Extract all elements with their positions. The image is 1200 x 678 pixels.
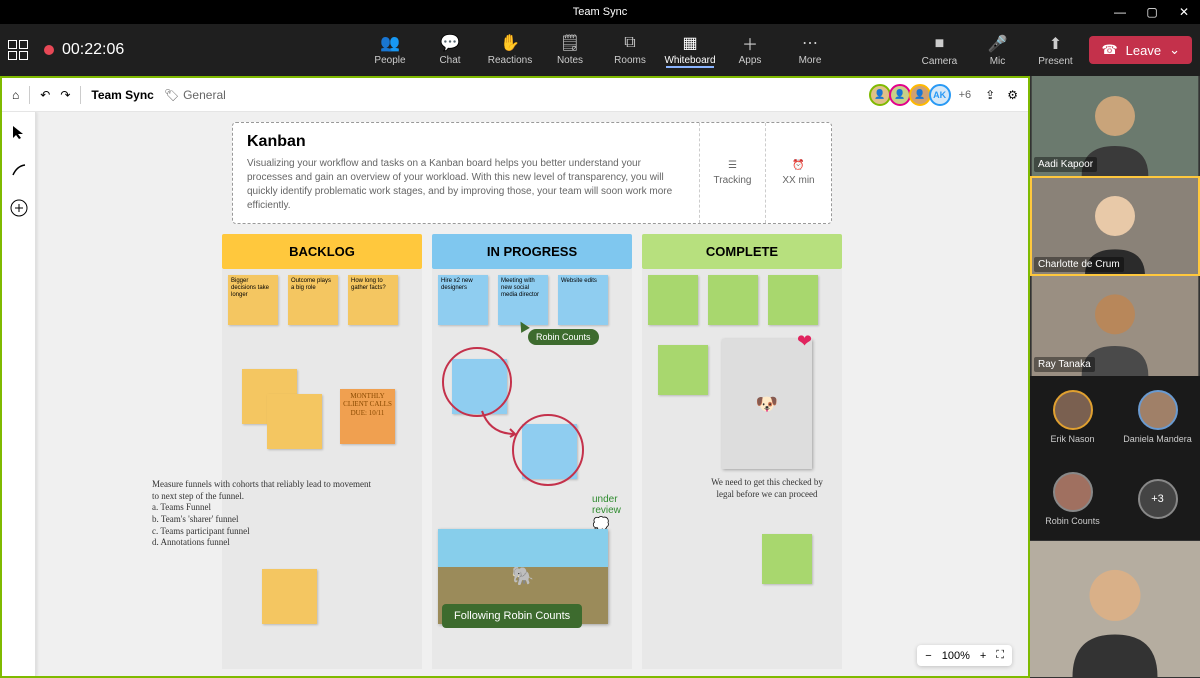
mic-button[interactable]: 🎤Mic [973,34,1021,67]
sticky-note[interactable]: Website edits [558,275,608,325]
reactions-button[interactable]: ✋Reactions [486,33,534,68]
sticky-note[interactable] [658,345,708,395]
whiteboard-canvas[interactable]: Kanban Visualizing your workflow and tas… [36,112,1028,676]
sticky-note[interactable]: How long to gather facts? [348,275,398,325]
sticky-note[interactable]: Bigger decisions take longer [228,275,278,325]
record-dot-icon [44,45,54,55]
rooms-button[interactable]: ⧉Rooms [606,33,654,68]
clock-icon: ⏰ [792,160,804,171]
participant-small-row: Erik Nason Daniela Mandera [1030,376,1200,458]
sticky-note[interactable]: MONTHLY CLIENT CALLS DUE: 10/11 [340,389,395,444]
zoom-in-button[interactable]: + [980,650,986,662]
camera-button[interactable]: ■Camera [915,34,963,67]
close-button[interactable]: ✕ [1168,0,1200,24]
sticky-note[interactable]: Meeting with new social media director [498,275,548,325]
ink-circle[interactable] [442,347,512,417]
backlog-header: BACKLOG [222,234,422,269]
share-icon[interactable]: ⇪ [985,88,995,102]
zoom-level: 100% [942,650,970,662]
fit-screen-button[interactable]: ⛶ [996,649,1004,662]
kanban-title: Kanban [247,133,685,151]
apps-button[interactable]: ＋Apps [726,33,774,68]
zoom-toolbar: − 100% + ⛶ [917,645,1012,666]
tag-icon: 🏷 [164,88,179,102]
settings-icon[interactable]: ⚙ [1007,88,1018,102]
backlog-column: BACKLOG Bigger decisions take longer Out… [222,234,422,669]
sticky-note[interactable] [762,534,812,584]
participant-more[interactable]: +3 [1115,458,1200,540]
image-dog[interactable]: 🐶 [722,339,812,469]
list-icon: ☰ [728,160,737,171]
sticky-note[interactable] [768,275,818,325]
sticky-note[interactable] [262,569,317,624]
board-title: Team Sync [91,88,153,102]
heart-icon[interactable]: ❤ [797,331,812,352]
participant-tile[interactable]: Aadi Kapoor [1030,76,1200,176]
maximize-button[interactable]: ▢ [1136,0,1168,24]
undo-button[interactable]: ↶ [40,88,50,102]
whiteboard-tool-palette [2,112,36,676]
present-button[interactable]: ⬆Present [1031,34,1079,67]
sticky-note[interactable]: Hire x2 new designers [438,275,488,325]
ink-circle[interactable] [512,414,584,486]
sticky-note[interactable] [267,394,322,449]
complete-header: COMPLETE [642,234,842,269]
add-tool[interactable] [7,196,31,220]
following-pill[interactable]: Following Robin Counts [442,604,582,628]
progress-column: IN PROGRESS Hire x2 new designers Meetin… [432,234,632,669]
ink-arrow[interactable] [480,409,520,439]
sticky-note[interactable]: Outcome plays a big role [288,275,338,325]
progress-header: IN PROGRESS [432,234,632,269]
more-button[interactable]: ⋯More [786,33,834,68]
complete-column: COMPLETE 🐶 ❤ We need to get this checked… [642,234,842,669]
minimize-button[interactable]: — [1104,0,1136,24]
whiteboard-header: ⌂ ↶ ↷ Team Sync 🏷General 👤 👤 👤 AK +6 ⇪ ⚙ [2,78,1028,112]
pen-tool[interactable] [7,158,31,182]
whiteboard-panel: ⌂ ↶ ↷ Team Sync 🏷General 👤 👤 👤 AK +6 ⇪ ⚙ [0,76,1030,678]
participants-sidebar: Aadi Kapoor Charlotte de Crum Ray Tanaka… [1030,76,1200,678]
handwritten-caption[interactable]: We need to get this checked by legal bef… [702,477,832,500]
title-bar: Team Sync — ▢ ✕ [0,0,1200,24]
home-icon[interactable]: ⌂ [12,88,19,102]
meeting-toolbar: 00:22:06 👥People 💬Chat ✋Reactions 🗒Notes… [0,24,1200,76]
participant-avatar[interactable]: Robin Counts [1030,458,1115,540]
participant-tile[interactable] [1030,540,1200,678]
participant-small-row: Robin Counts +3 [1030,458,1200,540]
select-tool[interactable] [7,120,31,144]
leave-button[interactable]: ☎Leave⌄ [1089,36,1192,64]
window-title: Team Sync [573,6,627,18]
recording-indicator: 00:22:06 [44,41,124,59]
recording-time: 00:22:06 [62,41,124,59]
sticky-note[interactable] [708,275,758,325]
participant-avatar[interactable]: Daniela Mandera [1115,376,1200,458]
remote-cursor-label: Robin Counts [528,329,599,345]
people-button[interactable]: 👥People [366,33,414,68]
handwritten-note[interactable]: Measure funnels with cohorts that reliab… [152,479,372,549]
participant-avatar[interactable]: Erik Nason [1030,376,1115,458]
participant-tile[interactable]: Ray Tanaka [1030,276,1200,376]
redo-button[interactable]: ↷ [60,88,70,102]
chat-button[interactable]: 💬Chat [426,33,474,68]
presence-stack[interactable]: 👤 👤 👤 AK +6 ⇪ ⚙ [875,84,1018,106]
kanban-desc: Visualizing your workflow and tasks on a… [247,157,685,213]
kanban-info-card[interactable]: Kanban Visualizing your workflow and tas… [232,122,832,224]
presence-more[interactable]: +6 [959,89,972,101]
apps-grid-icon[interactable] [8,40,28,60]
review-annotation[interactable]: under review💭 [592,494,632,533]
channel-chip[interactable]: 🏷General [164,88,226,102]
whiteboard-button[interactable]: ▦Whiteboard [666,33,714,68]
notes-button[interactable]: 🗒Notes [546,33,594,68]
zoom-out-button[interactable]: − [925,650,931,662]
participant-tile[interactable]: Charlotte de Crum [1030,176,1200,276]
sticky-note[interactable] [648,275,698,325]
